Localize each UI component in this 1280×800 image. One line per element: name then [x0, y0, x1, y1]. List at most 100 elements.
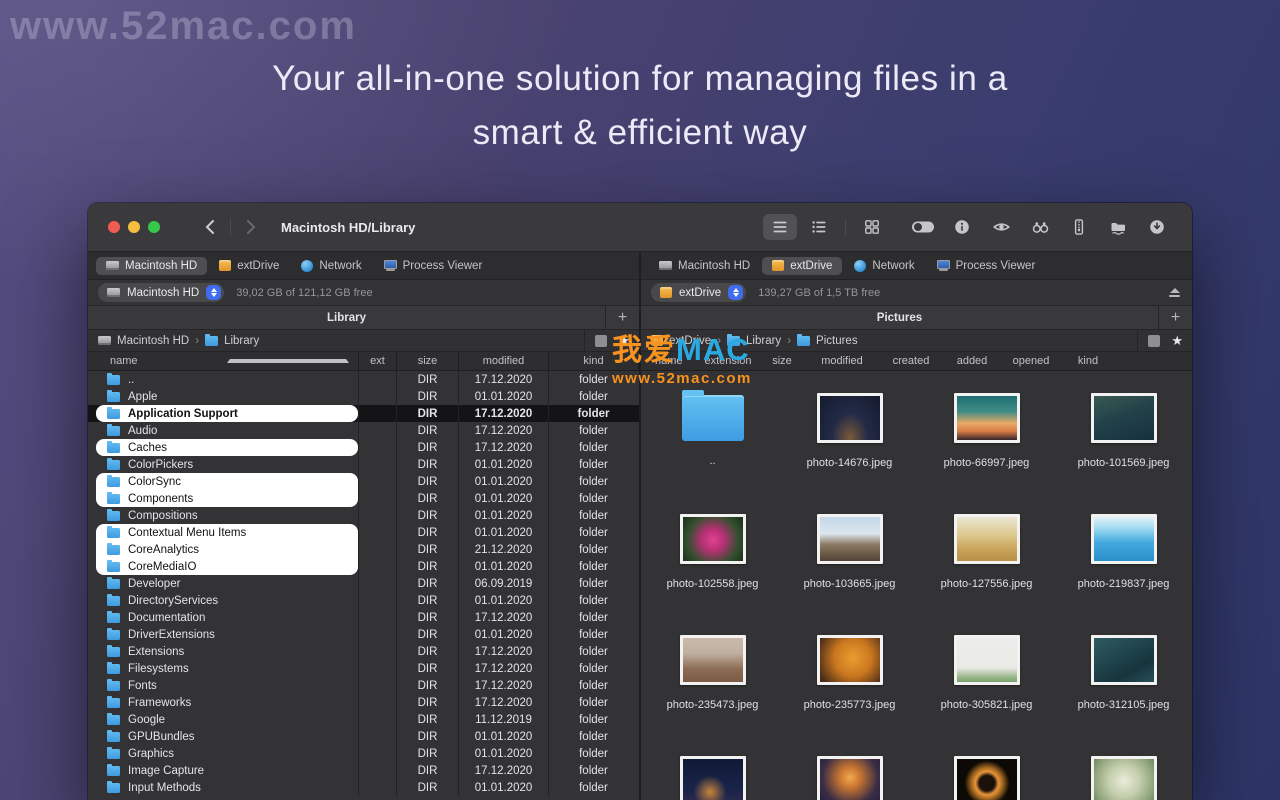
grid-item-photo[interactable]: photo-101569.jpeg	[1055, 385, 1192, 506]
grid-item-photo[interactable]: photo-102558.jpeg	[644, 506, 781, 627]
column-header-modified[interactable]: modified	[807, 352, 877, 370]
column-header-ext[interactable]: ext	[358, 352, 396, 370]
grid-item-photo[interactable]: photo-305821.jpeg	[918, 627, 1055, 748]
file-row[interactable]: Caches DIR 17.12.2020 folder	[88, 439, 639, 456]
column-header-name[interactable]: name	[88, 352, 358, 370]
add-tab-button[interactable]: +	[605, 306, 639, 329]
dual-pane-toggle-button[interactable]	[906, 214, 940, 240]
grid-item-photo[interactable]: photo-103665.jpeg	[781, 506, 918, 627]
volume-tab-process-viewer[interactable]: Process Viewer	[374, 257, 493, 275]
grid-item-photo[interactable]	[918, 748, 1055, 800]
hdd-icon	[98, 336, 111, 345]
column-header-opened[interactable]: opened	[999, 352, 1063, 370]
forward-button[interactable]	[245, 219, 257, 235]
column-header-created[interactable]: created	[877, 352, 945, 370]
volume-tab-network[interactable]: Network	[844, 257, 924, 275]
file-row[interactable]: Audio DIR 17.12.2020 folder	[88, 422, 639, 439]
size-cell: DIR	[396, 490, 458, 507]
size-cell: DIR	[396, 507, 458, 524]
file-name: ColorSync	[128, 475, 182, 488]
photo-thumbnail	[679, 635, 746, 685]
column-header-size[interactable]: size	[757, 352, 807, 370]
file-row[interactable]: Compositions DIR 01.01.2020 folder	[88, 507, 639, 524]
file-row[interactable]: DriverExtensions DIR 01.01.2020 folder	[88, 626, 639, 643]
file-row[interactable]: CoreAnalytics DIR 21.12.2020 folder	[88, 541, 639, 558]
breadcrumb-item[interactable]: Library	[205, 333, 259, 347]
modified-cell: 17.12.2020	[458, 660, 548, 677]
file-row[interactable]: Filesystems DIR 17.12.2020 folder	[88, 660, 639, 677]
column-header-added[interactable]: added	[945, 352, 999, 370]
file-row[interactable]: GPUBundles DIR 01.01.2020 folder	[88, 728, 639, 745]
grid-item-photo[interactable]: photo-127556.jpeg	[918, 506, 1055, 627]
file-row[interactable]: Graphics DIR 01.01.2020 folder	[88, 745, 639, 762]
right-drive-selector[interactable]: extDrive	[651, 283, 747, 302]
file-row[interactable]: .. DIR 17.12.2020 folder	[88, 371, 639, 388]
file-row[interactable]: Extensions DIR 17.12.2020 folder	[88, 643, 639, 660]
folder-tab-title[interactable]: Pictures	[641, 306, 1158, 329]
file-row[interactable]: ColorSync DIR 01.01.2020 folder	[88, 473, 639, 490]
file-row[interactable]: ColorPickers DIR 01.01.2020 folder	[88, 456, 639, 473]
info-button[interactable]	[945, 214, 979, 240]
volume-tab-macintosh-hd[interactable]: Macintosh HD	[649, 257, 760, 275]
kind-cell: folder	[548, 422, 638, 439]
column-header-kind[interactable]: kind	[1063, 352, 1113, 370]
download-button[interactable]	[1140, 214, 1174, 240]
file-row[interactable]: Google DIR 11.12.2019 folder	[88, 711, 639, 728]
modified-cell: 11.12.2019	[458, 711, 548, 728]
volume-tab-extdrive[interactable]: extDrive	[209, 257, 289, 275]
grid-item-photo[interactable]	[644, 748, 781, 800]
preview-eye-button[interactable]	[984, 214, 1018, 240]
file-row[interactable]: Components DIR 01.01.2020 folder	[88, 490, 639, 507]
grid-item-photo[interactable]: photo-312105.jpeg	[1055, 627, 1192, 748]
network-share-button[interactable]	[1101, 214, 1135, 240]
column-header-modified[interactable]: modified	[458, 352, 548, 370]
back-button[interactable]	[204, 219, 216, 235]
file-row[interactable]: CoreMediaIO DIR 01.01.2020 folder	[88, 558, 639, 575]
file-row[interactable]: Documentation DIR 17.12.2020 folder	[88, 609, 639, 626]
add-tab-button[interactable]: +	[1158, 306, 1192, 329]
file-row[interactable]: Fonts DIR 17.12.2020 folder	[88, 677, 639, 694]
close-window-button[interactable]	[108, 221, 120, 233]
volume-tab-macintosh-hd[interactable]: Macintosh HD	[96, 256, 208, 275]
thumb-view-button[interactable]	[855, 214, 889, 240]
file-row[interactable]: Application Support DIR 17.12.2020 folder	[88, 405, 639, 422]
file-row[interactable]: Contextual Menu Items DIR 01.01.2020 folder	[88, 524, 639, 541]
file-row[interactable]: Input Methods DIR 01.01.2020 folder	[88, 779, 639, 796]
photo-thumbnail	[816, 635, 883, 685]
grid-item-photo[interactable]	[1055, 748, 1192, 800]
grid-item-photo[interactable]: photo-219837.jpeg	[1055, 506, 1192, 627]
column-header-size[interactable]: size	[396, 352, 458, 370]
file-row[interactable]: DirectoryServices DIR 01.01.2020 folder	[88, 592, 639, 609]
breadcrumb-item[interactable]: Macintosh HD	[98, 335, 189, 347]
folder-tab-title[interactable]: Library	[88, 306, 605, 329]
favorite-star-icon[interactable]	[1171, 333, 1183, 349]
grid-item-photo[interactable]: photo-235473.jpeg	[644, 627, 781, 748]
grid-item-photo[interactable]: photo-66997.jpeg	[918, 385, 1055, 506]
list-view-button[interactable]	[763, 214, 797, 240]
search-binoculars-button[interactable]	[1023, 214, 1057, 240]
zoom-window-button[interactable]	[148, 221, 160, 233]
window-titlebar: Macintosh HD/Library	[88, 203, 1192, 252]
grid-item-photo[interactable]: photo-14676.jpeg	[781, 385, 918, 506]
file-row[interactable]: Apple DIR 01.01.2020 folder	[88, 388, 639, 405]
left-drive-selector[interactable]: Macintosh HD	[98, 283, 225, 302]
volume-tab-extdrive[interactable]: extDrive	[762, 256, 843, 275]
minimize-window-button[interactable]	[128, 221, 140, 233]
grid-item-photo[interactable]: photo-235773.jpeg	[781, 627, 918, 748]
grid-item-parent-folder[interactable]: ..	[644, 385, 781, 506]
archive-button[interactable]	[1062, 214, 1096, 240]
stop-button[interactable]	[595, 334, 608, 347]
volume-tab-process-viewer[interactable]: Process Viewer	[927, 257, 1046, 275]
stop-button[interactable]	[1148, 334, 1161, 347]
breadcrumb-item[interactable]: Pictures	[797, 333, 858, 347]
volume-tab-network[interactable]: Network	[291, 257, 371, 275]
file-row[interactable]: Developer DIR 06.09.2019 folder	[88, 575, 639, 592]
eject-button[interactable]	[1169, 288, 1180, 297]
grid-item-photo[interactable]	[781, 748, 918, 800]
folder-icon	[107, 763, 120, 776]
brief-view-button[interactable]	[802, 214, 836, 240]
file-row[interactable]: Frameworks DIR 17.12.2020 folder	[88, 694, 639, 711]
modified-cell: 17.12.2020	[458, 643, 548, 660]
kind-cell: folder	[548, 694, 638, 711]
file-row[interactable]: Image Capture DIR 17.12.2020 folder	[88, 762, 639, 779]
